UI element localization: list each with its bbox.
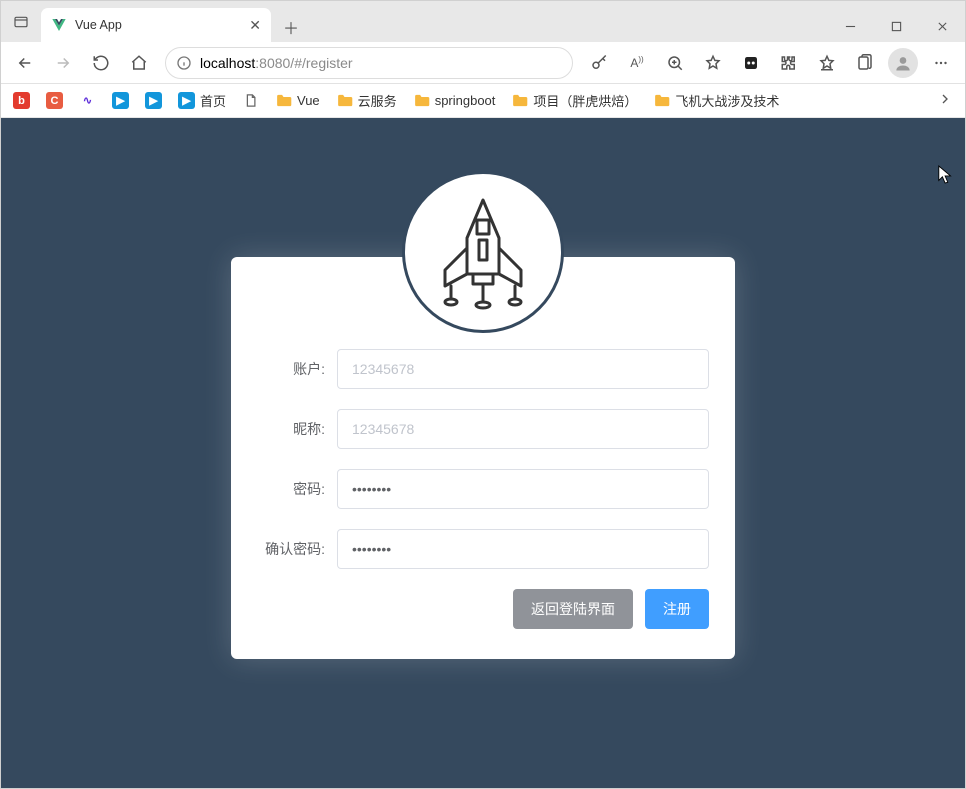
- extension-bitwarden-icon[interactable]: [733, 45, 769, 81]
- bookmark-item-7[interactable]: Vue: [271, 89, 324, 112]
- nav-back-button[interactable]: [7, 45, 43, 81]
- return-login-button[interactable]: 返回登陆界面: [513, 589, 633, 629]
- read-aloud-icon[interactable]: A)): [619, 45, 655, 81]
- bookmark-label: Vue: [297, 93, 320, 108]
- browser-toolbar: localhost:8080/#/register A)): [1, 42, 965, 84]
- bookmark-app-icon: ▶: [112, 92, 129, 109]
- zoom-icon[interactable]: [657, 45, 693, 81]
- bookmark-item-3[interactable]: ▶: [108, 89, 133, 112]
- bookmark-label: 云服务: [358, 91, 397, 110]
- field-confirm-password: 确认密码:: [257, 529, 709, 569]
- bookmark-item-1[interactable]: C: [42, 89, 67, 112]
- bookmark-label: 项目（胖虎烘焙）: [533, 91, 637, 110]
- bookmark-item-10[interactable]: 项目（胖虎烘焙）: [507, 88, 641, 113]
- favorites-star-icon[interactable]: [695, 45, 731, 81]
- bookmark-label: 飞机大战涉及技术: [675, 91, 779, 110]
- window-maximize-button[interactable]: [873, 10, 919, 42]
- label-password: 密码:: [257, 479, 337, 499]
- window-controls: [827, 10, 965, 42]
- favorites-bar-icon[interactable]: [809, 45, 845, 81]
- profile-button[interactable]: [885, 45, 921, 81]
- collections-icon[interactable]: [847, 45, 883, 81]
- bookmarks-bar: bC ∿ ▶ ▶ ▶ 首页 Vue 云服务 springboot 项目（胖虎烘焙） 飞机大战涉及技术: [1, 84, 965, 118]
- folder-icon: [275, 92, 292, 109]
- extensions-puzzle-icon[interactable]: [771, 45, 807, 81]
- page-icon: [242, 92, 259, 109]
- nav-reload-button[interactable]: [83, 45, 119, 81]
- field-account: 账户:: [257, 349, 709, 389]
- bookmark-label: 首页: [200, 91, 226, 110]
- bookmark-label: springboot: [435, 93, 496, 108]
- bookmark-item-2[interactable]: ∿: [75, 89, 100, 112]
- page-content: 账户: 昵称: 密码: 确认密码: 返回登陆界面 注册: [1, 118, 965, 788]
- register-button[interactable]: 注册: [645, 589, 709, 629]
- bookmark-app-icon: ∿: [79, 92, 96, 109]
- window-minimize-button[interactable]: [827, 10, 873, 42]
- form-actions: 返回登陆界面 注册: [257, 589, 709, 629]
- bookmark-item-6[interactable]: [238, 89, 263, 112]
- folder-icon: [413, 92, 430, 109]
- label-nickname: 昵称:: [257, 419, 337, 439]
- spaceship-icon: [423, 192, 543, 312]
- password-key-icon[interactable]: [581, 45, 617, 81]
- label-confirm-password: 确认密码:: [257, 539, 337, 559]
- bookmark-item-11[interactable]: 飞机大战涉及技术: [649, 88, 783, 113]
- field-nickname: 昵称:: [257, 409, 709, 449]
- nav-forward-button[interactable]: [45, 45, 81, 81]
- input-account[interactable]: [337, 349, 709, 389]
- register-card: 账户: 昵称: 密码: 确认密码: 返回登陆界面 注册: [231, 257, 735, 659]
- close-tab-icon[interactable]: ✕: [249, 18, 261, 32]
- tab-title: Vue App: [75, 18, 241, 32]
- label-account: 账户:: [257, 359, 337, 379]
- title-bar: Vue App ✕ ＋: [1, 1, 965, 42]
- profile-avatar-icon: [888, 48, 918, 78]
- new-tab-button[interactable]: ＋: [276, 12, 306, 42]
- folder-icon: [336, 92, 353, 109]
- vue-logo-icon: [51, 17, 67, 33]
- folder-icon: [653, 92, 670, 109]
- menu-more-icon[interactable]: [923, 45, 959, 81]
- input-confirm-password[interactable]: [337, 529, 709, 569]
- bookmark-app-icon: b: [13, 92, 30, 109]
- bookmark-item-8[interactable]: 云服务: [332, 88, 401, 113]
- url-text: localhost:8080/#/register: [200, 55, 562, 71]
- bookmark-item-0[interactable]: b: [9, 89, 34, 112]
- bookmarks-overflow-icon[interactable]: [933, 87, 957, 114]
- bookmark-item-4[interactable]: ▶: [141, 89, 166, 112]
- nav-home-button[interactable]: [121, 45, 157, 81]
- bookmark-item-9[interactable]: springboot: [409, 89, 500, 112]
- bookmark-app-icon: C: [46, 92, 63, 109]
- window-close-button[interactable]: [919, 10, 965, 42]
- bookmark-item-5[interactable]: ▶ 首页: [174, 88, 230, 113]
- bookmark-app-icon: ▶: [145, 92, 162, 109]
- input-nickname[interactable]: [337, 409, 709, 449]
- field-password: 密码:: [257, 469, 709, 509]
- browser-tab-active[interactable]: Vue App ✕: [41, 8, 271, 42]
- input-password[interactable]: [337, 469, 709, 509]
- folder-icon: [511, 92, 528, 109]
- mouse-cursor-icon: [937, 164, 955, 189]
- bookmark-app-icon: ▶: [178, 92, 195, 109]
- tab-actions-icon[interactable]: [1, 2, 41, 42]
- site-info-icon[interactable]: [176, 55, 192, 71]
- browser-window: Vue App ✕ ＋ localhost:8080/#/register A)…: [0, 0, 966, 789]
- address-bar[interactable]: localhost:8080/#/register: [165, 47, 573, 79]
- register-avatar: [402, 171, 564, 333]
